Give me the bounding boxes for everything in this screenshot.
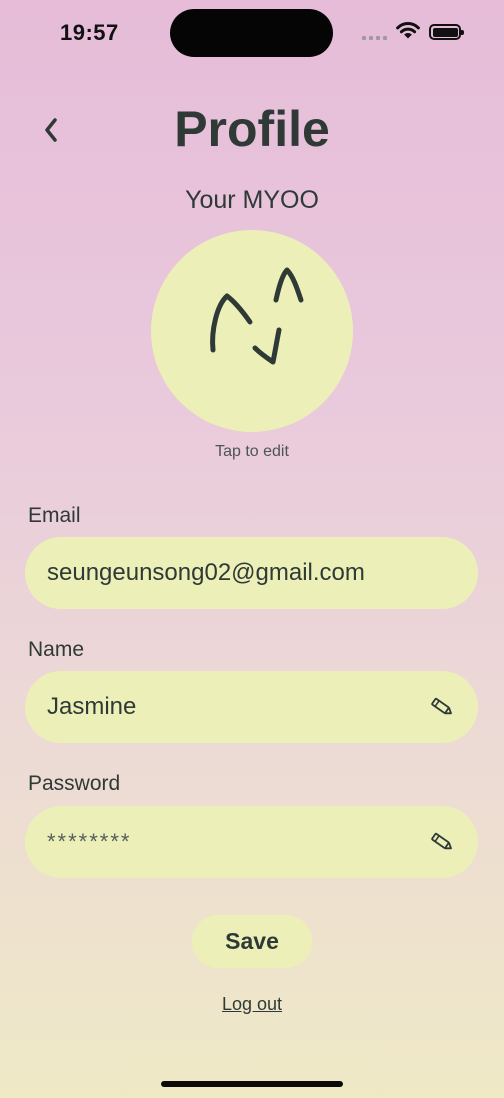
logout-row: Log out xyxy=(0,994,504,1015)
avatar-caption: Your MYOO xyxy=(185,186,319,214)
edit-password-button[interactable] xyxy=(428,828,456,856)
name-label: Name xyxy=(28,638,85,661)
cellular-signal-icon xyxy=(362,36,387,40)
home-indicator[interactable] xyxy=(161,1081,343,1087)
tap-to-edit-hint: Tap to edit xyxy=(215,443,289,460)
avatar[interactable] xyxy=(151,230,353,432)
status-bar: 19:57 xyxy=(0,0,504,64)
password-label: Password xyxy=(28,772,121,795)
pencil-icon xyxy=(431,697,452,715)
status-time: 19:57 xyxy=(60,20,119,45)
wifi-icon xyxy=(396,22,420,39)
page-title: Profile xyxy=(174,101,330,157)
battery-icon xyxy=(429,24,464,40)
dynamic-island xyxy=(170,9,333,57)
logout-link[interactable]: Log out xyxy=(222,994,282,1014)
edit-name-button[interactable] xyxy=(428,693,456,721)
email-field: seungeunsong02@gmail.com xyxy=(25,537,478,609)
avatar-drawing xyxy=(210,267,304,365)
save-button[interactable]: Save xyxy=(192,915,312,968)
name-field[interactable]: Jasmine xyxy=(25,671,478,743)
email-label: Email xyxy=(28,504,81,527)
password-value[interactable]: ******** xyxy=(47,829,428,855)
password-field[interactable]: ******** xyxy=(25,806,478,878)
name-value[interactable]: Jasmine xyxy=(47,693,428,721)
email-value: seungeunsong02@gmail.com xyxy=(47,559,365,586)
pencil-icon xyxy=(431,832,452,850)
